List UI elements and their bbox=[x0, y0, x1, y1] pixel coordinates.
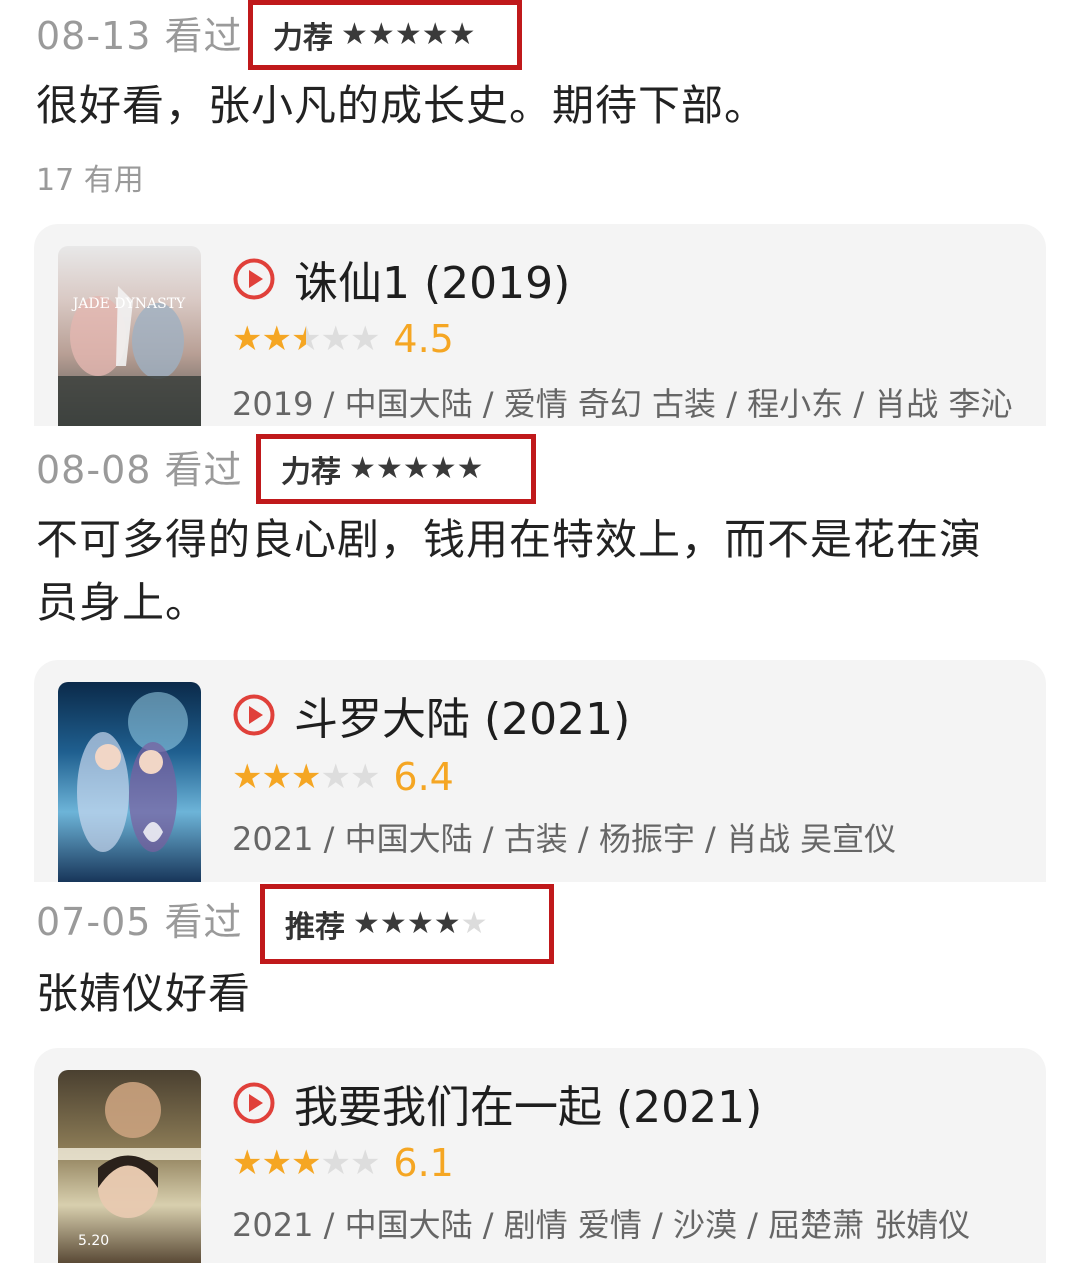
movie-poster[interactable]: JADE DYNASTY bbox=[58, 246, 201, 426]
movie-rating: ★ ★ ★ ★ ★ 4.5 bbox=[232, 314, 454, 364]
play-icon[interactable] bbox=[232, 693, 276, 737]
review-comment[interactable]: 不可多得的良心剧，钱用在特效上，而不是花在演员身上。 bbox=[36, 508, 1016, 634]
movie-rating-stars: ★ ★ ★ ★ ★ bbox=[232, 757, 381, 797]
movie-star: ★ bbox=[261, 319, 292, 359]
user-star: ★ bbox=[456, 451, 484, 486]
rating-word: 推荐 bbox=[285, 910, 345, 945]
movie-title-row[interactable]: 我要我们在一起 (2021) bbox=[232, 1072, 762, 1134]
user-star: ★ bbox=[406, 906, 434, 941]
movie-star: ★ bbox=[320, 1143, 351, 1183]
user-star: ★ bbox=[448, 17, 476, 52]
rating-word: 力荐 bbox=[281, 455, 341, 490]
movie-score: 4.5 bbox=[393, 317, 454, 361]
review-comment[interactable]: 很好看，张小凡的成长史。期待下部。 bbox=[36, 74, 1036, 137]
rating-highlight: 力荐 ★ ★ ★ ★ ★ bbox=[248, 0, 522, 70]
movie-rating: ★ ★ ★ ★ ★ 6.1 bbox=[232, 1138, 454, 1188]
user-rating-stars: ★ ★ ★ ★ ★ bbox=[349, 454, 484, 484]
poster-date-text: 5.20 bbox=[78, 1233, 109, 1249]
watched-date: 08-13 看过 bbox=[36, 13, 243, 58]
movie-star: ★ bbox=[349, 1143, 381, 1183]
poster-art: 5.20 bbox=[58, 1082, 201, 1249]
movie-card[interactable]: 5.20 我要我们在一起 (2021) ★ ★ ★ ★ ★ 6.1 2021 / 中国大… bbox=[34, 1048, 1046, 1263]
movie-poster[interactable] bbox=[58, 682, 201, 882]
movie-star: ★ bbox=[261, 1143, 292, 1183]
user-star: ★ bbox=[421, 17, 449, 52]
movie-rating: ★ ★ ★ ★ ★ 6.4 bbox=[232, 752, 454, 802]
user-star: ★ bbox=[429, 451, 457, 486]
movie-score: 6.1 bbox=[393, 1141, 454, 1185]
movie-title-row[interactable]: 斗罗大陆 (2021) bbox=[232, 684, 630, 746]
movie-info: 2019 / 中国大陆 / 爱情 奇幻 古装 / 程小东 / 肖战 李沁 bbox=[232, 385, 1013, 423]
movie-star: ★ bbox=[290, 319, 322, 359]
movie-rating-stars: ★ ★ ★ ★ ★ bbox=[232, 319, 381, 359]
movie-star: ★ bbox=[320, 757, 351, 797]
user-star: ★ bbox=[460, 906, 488, 941]
movie-star: ★ bbox=[349, 757, 381, 797]
review-meta: 08-08 看过 bbox=[36, 436, 243, 496]
poster-title-text: JADE DYNASTY bbox=[71, 296, 186, 312]
review-meta: 08-13 看过 bbox=[36, 2, 243, 62]
movie-title[interactable]: 诛仙1 (2019) bbox=[294, 247, 570, 311]
movie-score: 6.4 bbox=[393, 755, 454, 799]
movie-star: ★ bbox=[232, 1143, 263, 1183]
rating-highlight: 力荐 ★ ★ ★ ★ ★ bbox=[256, 434, 536, 504]
user-star: ★ bbox=[394, 17, 422, 52]
user-star: ★ bbox=[433, 906, 461, 941]
user-star: ★ bbox=[367, 17, 395, 52]
movie-title-row[interactable]: 诛仙1 (2019) bbox=[232, 248, 570, 310]
watched-date: 08-08 看过 bbox=[36, 447, 243, 492]
review-meta: 07-05 看过 bbox=[36, 888, 243, 948]
movie-star: ★ bbox=[290, 1143, 322, 1183]
user-star: ★ bbox=[379, 906, 407, 941]
movie-star: ★ bbox=[232, 319, 263, 359]
movie-card[interactable]: 斗罗大陆 (2021) ★ ★ ★ ★ ★ 6.4 2021 / 中国大陆 / 古装 /… bbox=[34, 660, 1046, 882]
user-star: ★ bbox=[375, 451, 403, 486]
movie-star: ★ bbox=[290, 757, 322, 797]
user-star: ★ bbox=[341, 17, 368, 52]
user-rating-stars: ★ ★ ★ ★ ★ bbox=[341, 20, 476, 50]
user-star: ★ bbox=[349, 451, 376, 486]
movie-star: ★ bbox=[261, 757, 292, 797]
rating-word: 力荐 bbox=[273, 21, 333, 56]
movie-star: ★ bbox=[349, 319, 381, 359]
movie-info: 2021 / 中国大陆 / 古装 / 杨振宇 / 肖战 吴宣仪 bbox=[232, 820, 897, 858]
poster-art bbox=[77, 692, 188, 852]
movie-info: 2021 / 中国大陆 / 剧情 爱情 / 沙漠 / 屈楚萧 张婧仪 bbox=[232, 1206, 971, 1244]
movie-title[interactable]: 斗罗大陆 (2021) bbox=[294, 683, 630, 747]
movie-star: ★ bbox=[320, 319, 351, 359]
review-comment[interactable]: 张婧仪好看 bbox=[36, 962, 1036, 1025]
movie-title[interactable]: 我要我们在一起 (2021) bbox=[294, 1071, 762, 1135]
movie-poster[interactable]: 5.20 bbox=[58, 1070, 201, 1263]
poster-art: JADE DYNASTY bbox=[58, 286, 201, 426]
rating-highlight: 推荐 ★ ★ ★ ★ ★ bbox=[260, 884, 554, 964]
user-star: ★ bbox=[353, 906, 380, 941]
play-icon[interactable] bbox=[232, 257, 276, 301]
useful-count[interactable]: 17 有用 bbox=[36, 155, 144, 199]
movie-star: ★ bbox=[232, 757, 263, 797]
user-rating-stars: ★ ★ ★ ★ ★ bbox=[353, 909, 488, 939]
watched-date: 07-05 看过 bbox=[36, 899, 243, 944]
movie-card[interactable]: JADE DYNASTY 诛仙1 (2019) ★ ★ ★ ★ ★ 4.5 2019 /… bbox=[34, 224, 1046, 426]
user-star: ★ bbox=[402, 451, 430, 486]
play-icon[interactable] bbox=[232, 1081, 276, 1125]
movie-rating-stars: ★ ★ ★ ★ ★ bbox=[232, 1143, 381, 1183]
